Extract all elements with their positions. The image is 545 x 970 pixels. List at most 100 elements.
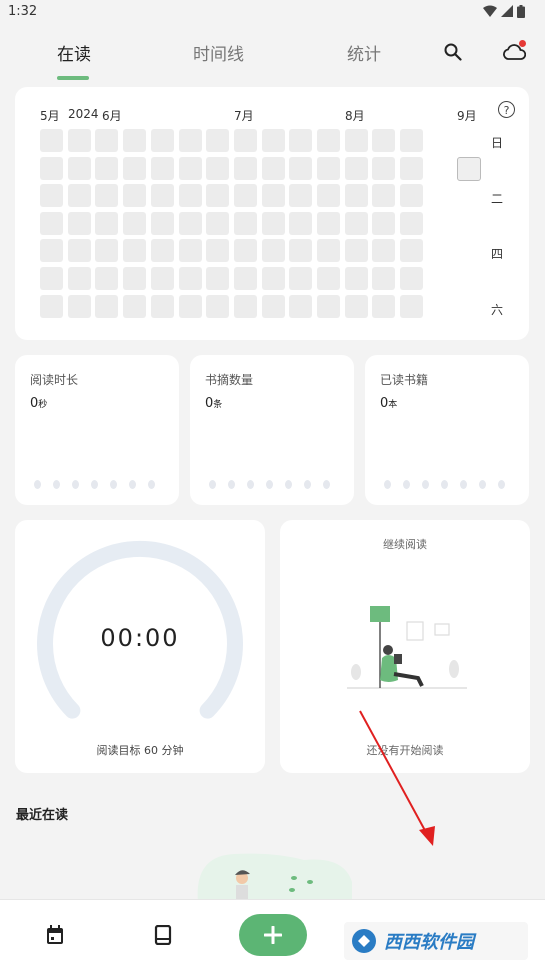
bookshelf-button[interactable]	[153, 924, 173, 946]
heatmap-cell[interactable]	[40, 211, 63, 235]
heatmap-cell[interactable]	[40, 239, 63, 263]
heatmap-cell[interactable]	[40, 184, 63, 208]
calendar-button[interactable]	[45, 924, 65, 946]
heatmap-cell[interactable]	[344, 211, 368, 235]
heatmap-cell[interactable]	[261, 156, 285, 180]
heatmap-cell[interactable]	[372, 211, 396, 235]
heatmap-cell[interactable]	[261, 294, 285, 318]
heatmap-cell[interactable]	[67, 211, 91, 235]
heatmap-cell[interactable]	[317, 294, 340, 318]
heatmap-cell[interactable]	[95, 129, 119, 152]
heatmap-cell[interactable]	[233, 129, 257, 152]
heatmap-cell[interactable]	[344, 294, 368, 318]
heatmap-cell[interactable]	[67, 239, 91, 263]
heatmap-cell[interactable]	[40, 294, 63, 318]
heatmap-cell[interactable]	[150, 239, 174, 263]
heatmap-cell[interactable]	[178, 267, 202, 290]
heatmap-cell[interactable]	[206, 294, 230, 318]
heatmap-cell[interactable]	[67, 156, 91, 180]
heatmap-cell[interactable]	[400, 184, 424, 208]
add-button[interactable]	[239, 914, 307, 956]
heatmap-cell[interactable]	[40, 129, 63, 152]
heatmap-cell[interactable]	[400, 211, 424, 235]
heatmap-cell[interactable]	[400, 129, 424, 152]
heatmap-cell[interactable]	[233, 211, 257, 235]
heatmap-cell[interactable]	[372, 184, 396, 208]
heatmap-cell[interactable]	[40, 267, 63, 290]
heatmap-cell[interactable]	[400, 267, 424, 290]
heatmap-cell[interactable]	[123, 156, 147, 180]
heatmap-cell[interactable]	[95, 294, 119, 318]
heatmap-cell[interactable]	[123, 184, 147, 208]
heatmap-cell[interactable]	[261, 211, 285, 235]
heatmap-cell[interactable]	[40, 156, 63, 180]
help-icon[interactable]: ?	[498, 101, 515, 118]
heatmap-cell[interactable]	[261, 184, 285, 208]
heatmap-cell[interactable]	[95, 156, 119, 180]
heatmap-cell[interactable]	[95, 211, 119, 235]
heatmap-cell[interactable]	[317, 184, 340, 208]
heatmap-cell[interactable]	[150, 184, 174, 208]
heatmap-cell[interactable]	[123, 294, 147, 318]
heatmap-cell[interactable]	[178, 239, 202, 263]
heatmap-cell[interactable]	[344, 129, 368, 152]
heatmap-cell[interactable]	[67, 267, 91, 290]
heatmap-cell[interactable]	[289, 267, 313, 290]
heatmap-cell[interactable]	[372, 267, 396, 290]
heatmap-today-cell[interactable]	[457, 157, 481, 181]
heatmap-cell[interactable]	[289, 211, 313, 235]
heatmap-cell[interactable]	[123, 211, 147, 235]
heatmap-cell[interactable]	[178, 184, 202, 208]
heatmap-cell[interactable]	[95, 239, 119, 263]
heatmap-cell[interactable]	[206, 156, 230, 180]
heatmap-cell[interactable]	[206, 184, 230, 208]
tab-timeline[interactable]: 时间线	[193, 40, 244, 65]
heatmap-cell[interactable]	[123, 129, 147, 152]
heatmap-cell[interactable]	[317, 239, 340, 263]
heatmap-cell[interactable]	[95, 184, 119, 208]
heatmap-cell[interactable]	[150, 267, 174, 290]
heatmap-cell[interactable]	[289, 294, 313, 318]
heatmap-cell[interactable]	[67, 129, 91, 152]
heatmap-cell[interactable]	[344, 267, 368, 290]
heatmap-cell[interactable]	[344, 184, 368, 208]
heatmap-cell[interactable]	[233, 239, 257, 263]
heatmap-cell[interactable]	[400, 156, 424, 180]
heatmap-cell[interactable]	[150, 156, 174, 180]
heatmap-cell[interactable]	[317, 267, 340, 290]
heatmap-cell[interactable]	[150, 211, 174, 235]
heatmap-cell[interactable]	[178, 294, 202, 318]
heatmap-cell[interactable]	[123, 239, 147, 263]
heatmap-cell[interactable]	[317, 129, 340, 152]
heatmap-cell[interactable]	[372, 294, 396, 318]
heatmap-cell[interactable]	[95, 267, 119, 290]
tab-reading[interactable]: 在读	[57, 40, 91, 65]
cloud-sync-button[interactable]	[502, 40, 526, 64]
tab-statistics[interactable]: 统计	[347, 40, 381, 65]
heatmap-cell[interactable]	[344, 239, 368, 263]
heatmap-cell[interactable]	[289, 239, 313, 263]
heatmap-cell[interactable]	[233, 267, 257, 290]
heatmap-cell[interactable]	[178, 129, 202, 152]
stat-card-reading-time[interactable]: 阅读时长 0秒	[15, 355, 179, 505]
heatmap-cell[interactable]	[206, 239, 230, 263]
heatmap-cell[interactable]	[233, 184, 257, 208]
heatmap-cell[interactable]	[372, 156, 396, 180]
heatmap-cell[interactable]	[206, 267, 230, 290]
heatmap-cell[interactable]	[317, 156, 340, 180]
heatmap-cell[interactable]	[344, 156, 368, 180]
heatmap-cell[interactable]	[206, 129, 230, 152]
heatmap-cell[interactable]	[289, 184, 313, 208]
heatmap-cell[interactable]	[400, 239, 424, 263]
heatmap-cell[interactable]	[233, 156, 257, 180]
heatmap-cell[interactable]	[67, 184, 91, 208]
heatmap-cell[interactable]	[150, 294, 174, 318]
heatmap-cell[interactable]	[261, 129, 285, 152]
heatmap-cell[interactable]	[123, 267, 147, 290]
heatmap-cell[interactable]	[317, 211, 340, 235]
heatmap-cell[interactable]	[150, 129, 174, 152]
heatmap-cell[interactable]	[289, 129, 313, 152]
heatmap-cell[interactable]	[206, 211, 230, 235]
stat-card-books-read[interactable]: 已读书籍 0本	[365, 355, 529, 505]
heatmap-cell[interactable]	[67, 294, 91, 318]
